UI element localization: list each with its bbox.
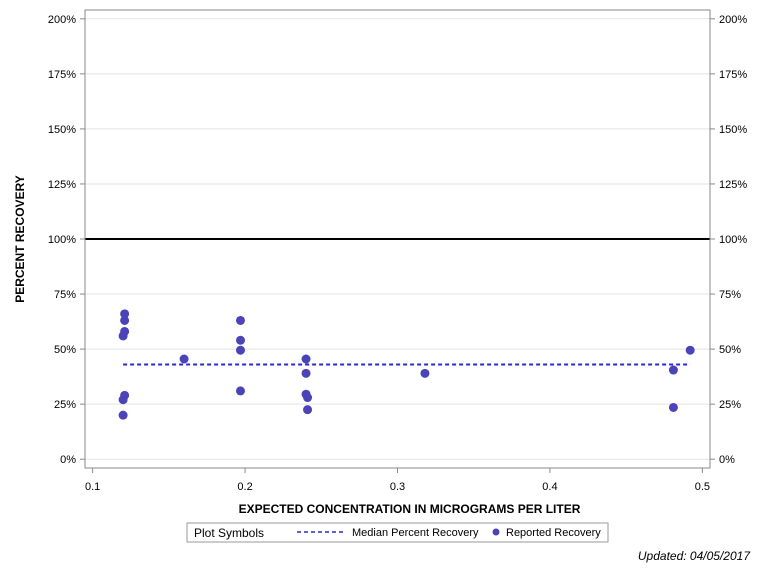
- y-tick-label-left: 25%: [54, 399, 76, 411]
- y-tick-label-left: 150%: [48, 124, 76, 136]
- x-tick-label: 0.3: [390, 481, 405, 493]
- data-point: [235, 315, 245, 325]
- y-tick-label-left: 0%: [60, 454, 76, 466]
- y-tick-label-left: 100%: [48, 234, 76, 246]
- data-point: [301, 354, 311, 364]
- data-point: [120, 315, 130, 325]
- y-axis-title: PERCENT RECOVERY: [13, 175, 27, 303]
- left-axis: 0% 25% 50% 75% 100% 125% 150% 175% 200%: [48, 14, 85, 466]
- y-tick-label-right: 50%: [719, 344, 741, 356]
- y-tick-label-right: 150%: [719, 124, 747, 136]
- y-tick-label-left: 75%: [54, 289, 76, 301]
- right-axis: 0% 25% 50% 75% 100% 125% 150% 175% 200%: [710, 14, 747, 466]
- data-point: [668, 365, 678, 375]
- y-tick-label-right: 200%: [719, 14, 747, 26]
- legend-median-label: Median Percent Recovery: [352, 527, 479, 539]
- y-tick-label-left: 50%: [54, 344, 76, 356]
- y-tick-label-left: 200%: [48, 14, 76, 26]
- data-point: [685, 345, 695, 355]
- data-point: [420, 368, 430, 378]
- x-tick-label: 0.2: [237, 481, 252, 493]
- legend: Plot Symbols Median Percent Recovery Rep…: [186, 522, 609, 543]
- recovery-chart: 0% 25% 50% 75% 100% 125% 150% 175% 200% 0% 25% 50%…: [13, 9, 751, 563]
- data-point: [179, 354, 189, 364]
- y-tick-label-left: 175%: [48, 69, 76, 81]
- updated-timestamp: Updated: 04/05/2017: [638, 549, 751, 563]
- y-tick-label-right: 0%: [719, 454, 735, 466]
- y-tick-label-right: 25%: [719, 399, 741, 411]
- data-point: [118, 410, 128, 420]
- data-point: [235, 386, 245, 396]
- data-point: [303, 393, 313, 403]
- data-point: [118, 331, 128, 341]
- y-tick-label-right: 125%: [719, 179, 747, 191]
- data-point: [301, 368, 311, 378]
- x-tick-label: 0.4: [542, 481, 557, 493]
- bottom-axis: 0.1 0.2 0.3 0.4 0.5: [85, 468, 710, 493]
- x-tick-label: 0.1: [85, 481, 100, 493]
- data-point: [235, 335, 245, 345]
- y-tick-label-right: 175%: [719, 69, 747, 81]
- chart-container: 0% 25% 50% 75% 100% 125% 150% 175% 200% 0% 25% 50%…: [0, 0, 768, 576]
- x-tick-label: 0.5: [695, 481, 710, 493]
- x-axis-title: EXPECTED CONCENTRATION IN MICROGRAMS PER…: [239, 502, 581, 516]
- data-point: [303, 405, 313, 415]
- data-point: [235, 345, 245, 355]
- legend-reported-swatch: [492, 528, 500, 536]
- y-tick-label-left: 125%: [48, 179, 76, 191]
- y-tick-label-right: 100%: [719, 234, 747, 246]
- legend-title: Plot Symbols: [194, 526, 264, 540]
- data-point: [118, 395, 128, 405]
- y-tick-label-right: 75%: [719, 289, 741, 301]
- data-point: [668, 402, 678, 412]
- legend-reported-label: Reported Recovery: [506, 527, 601, 539]
